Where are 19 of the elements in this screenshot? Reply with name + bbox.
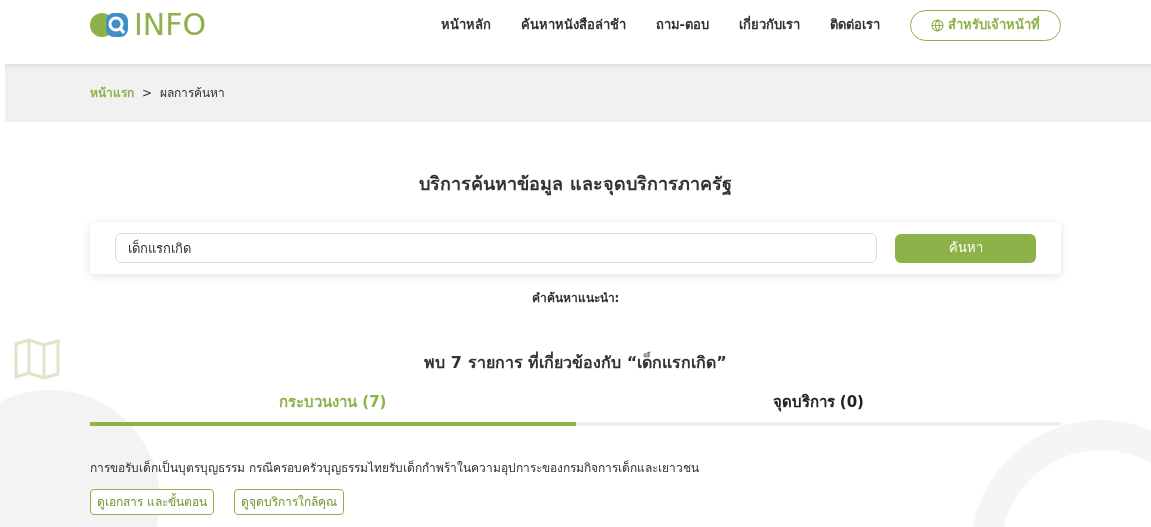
result-tab[interactable]: จุดบริการ (0) (575, 391, 1061, 426)
search-field[interactable]: เด็กแรกเกิด (115, 233, 877, 263)
page-heading: บริการค้นหาข้อมูล และจุดบริการภาครัฐ (418, 172, 733, 197)
breadcrumb-current: ผลการค้นหา (160, 85, 226, 102)
result-action-button[interactable]: ดูจุดบริการใกล้คุณ (233, 488, 344, 515)
breadcrumb-separator: > (142, 85, 153, 102)
nav-link[interactable]: เกี่ยวกับเรา (739, 15, 800, 35)
result-summary: พบ 7 รายการ ที่เกี่ยวข้องกับ “เด็กแรกเกิด” (423, 351, 728, 374)
nav-link[interactable]: ถาม-ตอบ (655, 15, 709, 35)
nav-link[interactable]: หน้าหลัก (440, 15, 491, 35)
map-icon (14, 338, 60, 380)
nav-link[interactable]: ค้นหาหนังสือล่าช้า (520, 15, 626, 35)
suggestions-label: คำค้นหาแนะนำ: (530, 290, 621, 307)
logo-text: INFO (134, 10, 207, 40)
result-action-button[interactable]: ดูเอกสาร และขั้นตอน (90, 488, 214, 515)
nav-link[interactable]: ติดต่อเรา (830, 15, 880, 35)
globe-icon (931, 18, 944, 32)
logo-icon (90, 10, 130, 40)
result-title: การขอรับเด็กเป็นบุตรบุญธรรม กรณีครอบครัวบุญธรรมไทยรับเด็กกำพร้าในความอุปการะของกรมกิจการเด็กและเยาวชน (90, 459, 700, 477)
